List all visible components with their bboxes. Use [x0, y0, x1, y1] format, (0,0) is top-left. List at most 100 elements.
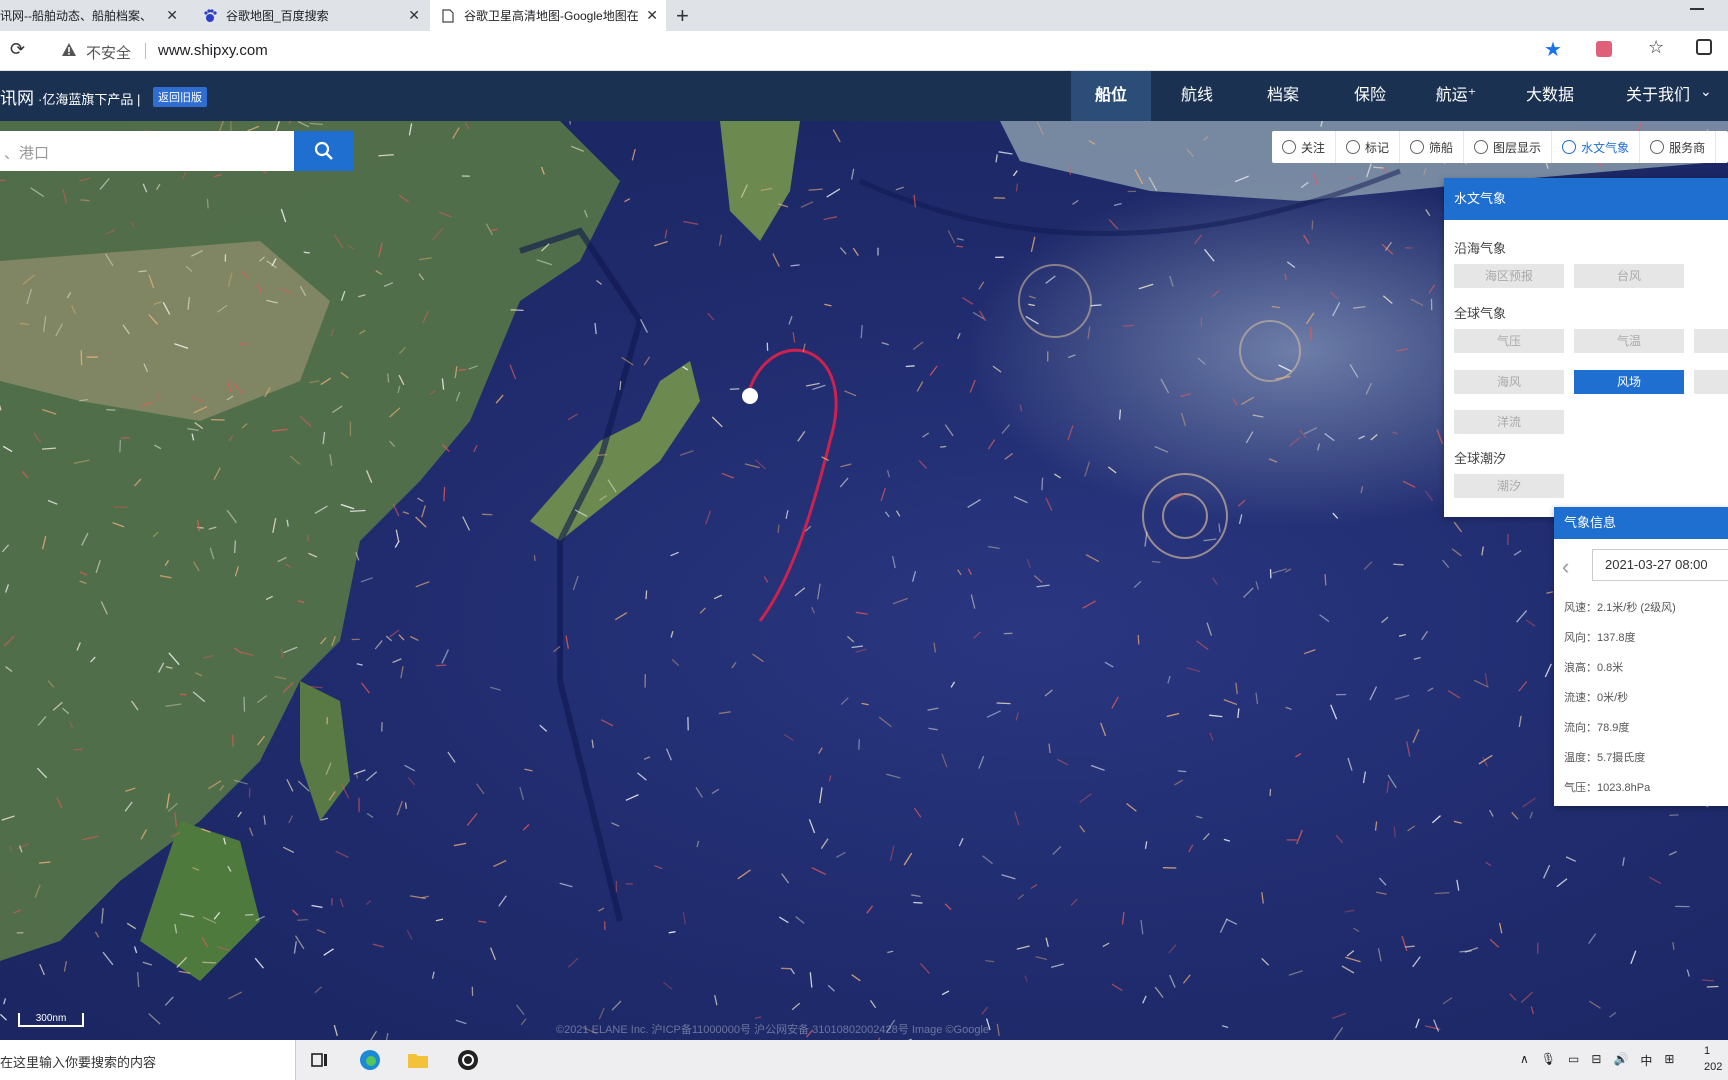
- wind-streak: [1019, 404, 1023, 412]
- pressure-button[interactable]: 气压: [1454, 329, 1564, 353]
- clock[interactable]: 1 202: [1704, 1043, 1722, 1075]
- wind-streak: [164, 996, 174, 1006]
- mark-button[interactable]: 标记: [1336, 131, 1401, 163]
- wind-streak: [794, 587, 806, 597]
- site-tagline: ·亿海蓝旗下产品 |: [38, 92, 141, 107]
- close-icon[interactable]: ✕: [166, 7, 178, 24]
- layer-display-button[interactable]: 图层显示: [1464, 131, 1553, 163]
- wind-streak: [819, 787, 823, 804]
- wind-streak: [886, 773, 901, 779]
- wind-streak: [1330, 704, 1338, 720]
- chevron-up-icon[interactable]: ∧: [1520, 1052, 1529, 1069]
- microphone-icon[interactable]: 🎙: [1541, 1052, 1556, 1069]
- wind-streak: [1702, 979, 1715, 982]
- wind-streak: [476, 783, 485, 795]
- taskbar-search[interactable]: 在这里输入你要搜索的内容: [0, 1040, 296, 1080]
- wind-streak: [1365, 382, 1372, 395]
- wind-streak: [1360, 486, 1364, 494]
- more-button[interactable]: [1694, 370, 1728, 394]
- url-field[interactable]: www.shipxy.com: [158, 42, 268, 59]
- wind-streak: [1511, 811, 1519, 820]
- wind-streak: [1041, 477, 1044, 491]
- ocean-current-button[interactable]: 洋流: [1454, 410, 1564, 434]
- wind-streak: [1223, 698, 1238, 706]
- network-icon[interactable]: ⊟: [1591, 1052, 1601, 1069]
- wind-streak: [956, 237, 964, 241]
- follow-button[interactable]: 关注: [1272, 131, 1337, 163]
- favorite-star-icon[interactable]: ★: [1544, 37, 1562, 62]
- reload-icon[interactable]: ⟳: [10, 39, 25, 60]
- tab-google-map[interactable]: 谷歌卫星高清地图-Google地图在 ✕: [430, 0, 666, 31]
- sea-wind-button[interactable]: 海风: [1454, 370, 1564, 394]
- chevron-down-icon[interactable]: ⌄: [1700, 83, 1712, 100]
- nav-shipping[interactable]: 航运⁺: [1416, 71, 1496, 121]
- ime-indicator[interactable]: 中: [1640, 1052, 1652, 1069]
- temperature-button[interactable]: 气温: [1574, 329, 1684, 353]
- wind-streak: [1565, 856, 1577, 862]
- warning-icon[interactable]: [61, 42, 77, 62]
- wind-streak: [63, 960, 68, 972]
- wind-streak: [933, 642, 937, 653]
- wind-streak: [356, 663, 363, 666]
- task-view-icon[interactable]: [308, 1048, 332, 1072]
- old-version-button[interactable]: 返回旧版: [153, 87, 207, 107]
- wind-streak: [1424, 490, 1434, 502]
- site-logo[interactable]: 讯网: [0, 84, 34, 109]
- map-scale: 300nm: [18, 1013, 84, 1027]
- wind-streak: [918, 460, 927, 469]
- tab-baidu[interactable]: 谷歌地图_百度搜索 ✕: [192, 0, 428, 31]
- clock-date: 202: [1704, 1061, 1723, 1073]
- battery-icon[interactable]: ▭: [1568, 1052, 1579, 1069]
- sea-area-forecast-button[interactable]: 海区预报: [1454, 264, 1564, 288]
- wind-streak: [1238, 514, 1243, 525]
- wind-streak: [1649, 876, 1662, 885]
- close-icon[interactable]: ✕: [646, 7, 658, 24]
- volume-icon[interactable]: 🔊: [1613, 1052, 1628, 1069]
- nav-ship-position[interactable]: 船位: [1071, 71, 1151, 121]
- more-button[interactable]: [1694, 329, 1728, 353]
- wind-streak: [1203, 538, 1217, 542]
- wind-streak: [524, 768, 533, 772]
- wind-streak: [206, 198, 209, 209]
- wind-streak: [374, 640, 383, 650]
- extension-icon[interactable]: [1596, 41, 1612, 57]
- wind-streak: [119, 439, 122, 453]
- wind-streak: [458, 368, 467, 371]
- collections-icon[interactable]: [1696, 39, 1712, 55]
- typhoon-button[interactable]: 台风: [1574, 264, 1684, 288]
- chevron-left-icon[interactable]: ‹: [1562, 554, 1569, 580]
- filter-ships-button[interactable]: 筛船: [1400, 131, 1465, 163]
- nav-about-us[interactable]: 关于我们: [1616, 71, 1700, 121]
- nav-big-data[interactable]: 大数据: [1508, 71, 1592, 121]
- wind-streak: [1016, 945, 1030, 950]
- nav-insurance[interactable]: 保险: [1330, 71, 1410, 121]
- datetime-field[interactable]: 2021-03-27 08:00: [1592, 549, 1728, 581]
- close-icon[interactable]: ✕: [408, 7, 420, 24]
- nav-archive[interactable]: 档案: [1243, 71, 1323, 121]
- tab-shipxy[interactable]: 讯网--船舶动态、船舶档案、A ✕: [0, 0, 186, 31]
- keyboard-icon[interactable]: ⊞: [1664, 1052, 1674, 1069]
- wind-streak: [1054, 473, 1062, 479]
- coastal-weather-heading: 沿海气象: [1454, 241, 1507, 256]
- service-provider-button[interactable]: 服务商: [1640, 131, 1717, 163]
- file-explorer-icon[interactable]: [406, 1048, 430, 1072]
- wind-streak: [1396, 348, 1409, 352]
- edge-browser-icon[interactable]: [358, 1048, 382, 1072]
- wind-streak: [713, 594, 723, 600]
- obs-icon[interactable]: [456, 1048, 480, 1072]
- wind-streak: [1111, 696, 1119, 709]
- wind-field-button[interactable]: 风场: [1574, 370, 1684, 394]
- insecure-label[interactable]: 不安全: [86, 42, 131, 63]
- wind-streak: [668, 931, 676, 934]
- nav-routes[interactable]: 航线: [1157, 71, 1237, 121]
- minimize-icon[interactable]: [1690, 8, 1704, 10]
- search-field[interactable]: 、港口: [0, 131, 294, 171]
- wind-streak: [361, 682, 370, 694]
- wind-streak: [654, 865, 663, 870]
- hydro-meteo-button[interactable]: 水文气象: [1552, 131, 1641, 163]
- tide-button[interactable]: 潮汐: [1454, 474, 1564, 498]
- wind-streak: [850, 168, 855, 180]
- favorites-icon[interactable]: ☆: [1648, 37, 1664, 58]
- new-tab-button[interactable]: +: [676, 3, 689, 29]
- search-button[interactable]: [294, 131, 354, 171]
